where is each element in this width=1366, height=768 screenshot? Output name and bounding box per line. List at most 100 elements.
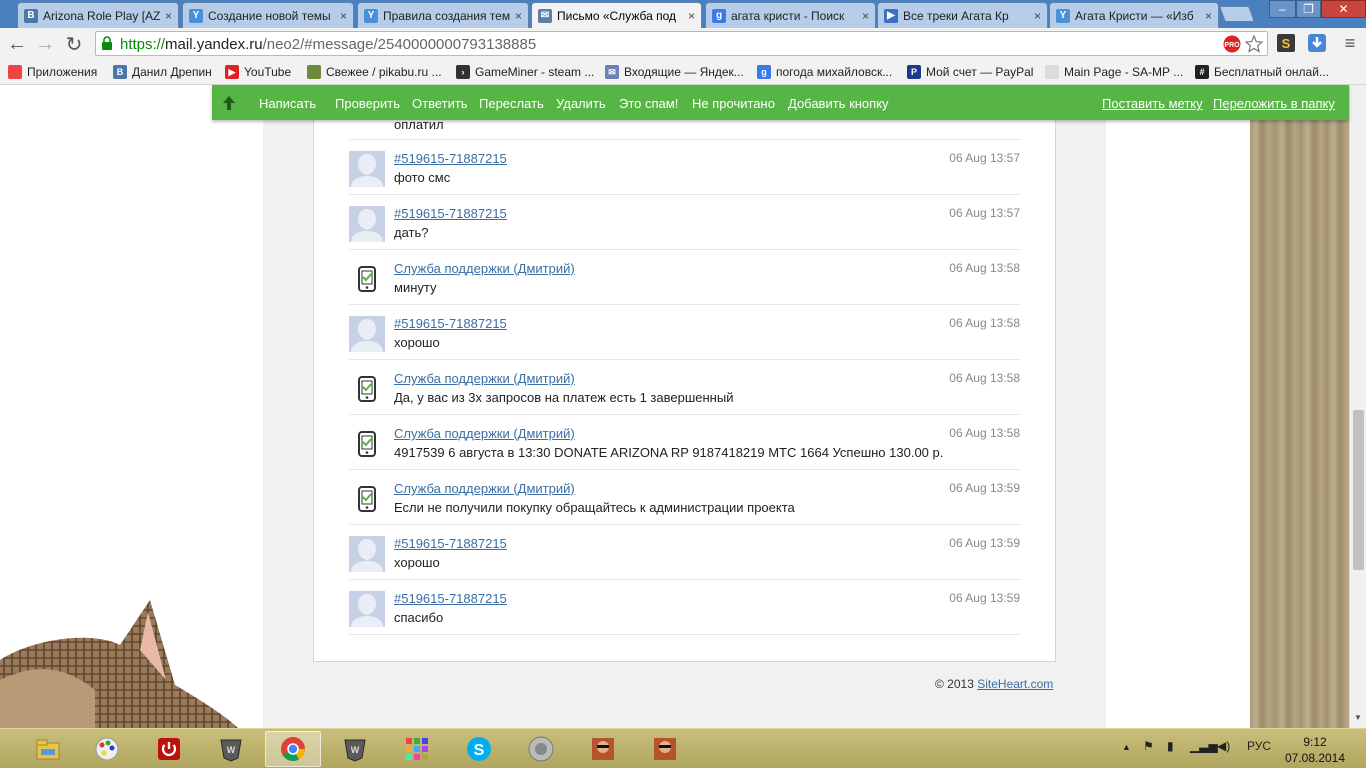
compose-button[interactable]: Написать [259,96,316,111]
bookmark-item[interactable]: g погода михайловск... [757,63,892,81]
back-button[interactable]: ← [5,32,29,56]
siteheart-link[interactable]: SiteHeart.com [977,677,1053,691]
message-author[interactable]: Служба поддержки (Дмитрий) [394,481,575,496]
chrome-menu-button[interactable]: ≡ [1340,33,1360,53]
flag-icon[interactable]: ⚑ [1143,739,1154,753]
bookmark-item[interactable]: # Бесплатный онлай... [1195,63,1329,81]
footer-copyright: © 2013 SiteHeart.com [935,677,1054,691]
message-author[interactable]: #519615-71887215 [394,536,507,551]
tab-title: Правила создания тем [383,8,511,23]
close-icon: ✕ [1338,2,1349,16]
taskbar-app-button[interactable]: W [203,731,259,767]
taskbar-app-button[interactable]: S [451,731,507,767]
bookmark-item[interactable]: ▶ YouTube [225,63,291,81]
move-to-folder-button[interactable]: Переложить в папку [1213,96,1335,111]
tab-4[interactable]: ✉ Письмо «Служба под × [531,2,702,28]
extension-s-icon[interactable]: S [1276,33,1296,53]
taskbar-app-button[interactable] [575,731,631,767]
bookmark-item[interactable]: Main Page - SA-MP ... [1045,63,1183,81]
minimize-button[interactable]: – [1269,0,1296,18]
bookmark-label: YouTube [244,65,292,79]
taskbar-app-button[interactable] [513,731,569,767]
taskbar-app-button[interactable] [265,731,321,767]
taskbar-app-button[interactable] [79,731,135,767]
message-text: фото смс [394,170,451,185]
close-window-button[interactable]: ✕ [1321,0,1366,18]
message-author[interactable]: #519615-71887215 [394,316,507,331]
clock-time: 9:12 [1303,735,1327,749]
message-author[interactable]: #519615-71887215 [394,591,507,606]
arrow-up-icon[interactable] [221,95,237,111]
user-avatar-icon [349,536,385,572]
language-indicator[interactable]: РУС [1247,739,1271,753]
clock[interactable]: 9:12 07.08.2014 [1283,734,1347,766]
taskbar-app-button[interactable] [389,731,445,767]
spam-button[interactable]: Это спам! [619,96,678,111]
tab-close-icon[interactable]: × [862,9,869,23]
message-text: дать? [394,225,429,240]
bookmark-item[interactable]: › GameMiner - steam ... [456,63,594,81]
message-author[interactable]: Служба поддержки (Дмитрий) [394,371,575,386]
bookmark-label: GameMiner - steam ... [475,65,595,79]
battery-icon[interactable]: ▮ [1167,739,1174,753]
forward-button[interactable]: Переслать [479,96,544,111]
add-button-button[interactable]: Добавить кнопку [788,96,889,111]
support-phone-icon [358,266,376,292]
tab-7[interactable]: Y Агата Кристи — «Изб × [1049,2,1219,28]
gameminer-icon: › [456,65,470,79]
bookmark-item[interactable]: P Мой счет — PayPal [907,63,1033,81]
address-bar[interactable]: https://mail.yandex.ru/neo2/#message/254… [95,31,1268,56]
tab-close-icon[interactable]: × [340,9,347,23]
delete-button[interactable]: Удалить [556,96,606,111]
scroll-thumb[interactable] [1353,410,1364,570]
bookmark-item[interactable]: B Данил Дрепин [113,63,212,81]
tab-close-icon[interactable]: × [1205,9,1212,23]
tab-close-icon[interactable]: × [688,9,695,23]
download-icon[interactable] [1307,33,1327,53]
mark-unread-button[interactable]: Не прочитано [692,96,775,111]
reply-button[interactable]: Ответить [412,96,468,111]
new-tab-button[interactable] [1219,6,1255,22]
tab-title: Все треки Агата Кр [903,8,1009,23]
restore-button[interactable]: ❐ [1296,0,1321,18]
tab-3[interactable]: Y Правила создания тем × [357,2,529,28]
tray-expand-icon[interactable]: ▲ [1122,742,1131,752]
bookmark-label: Входящие — Яндек... [624,65,744,79]
tab-2[interactable]: Y Создание новой темы × [182,2,354,28]
add-label-button[interactable]: Поставить метку [1102,96,1203,111]
reload-button[interactable]: ↻ [62,32,86,56]
tab-close-icon[interactable]: × [1034,9,1041,23]
paypal-icon: P [907,65,921,79]
network-signal-icon[interactable]: ▁▃▅ [1190,739,1218,753]
scroll-down-icon[interactable]: ▼ [1354,713,1362,722]
bookmark-item[interactable]: ✉ Входящие — Яндек... [605,63,744,81]
message-time: 06 Aug 13:57 [949,151,1020,165]
tab-close-icon[interactable]: × [165,9,172,23]
star-icon[interactable] [1245,35,1263,53]
bookmark-item[interactable]: Приложения [8,63,97,81]
taskbar-app-button[interactable]: W [327,731,383,767]
bookmark-item[interactable]: Свежее / pikabu.ru ... [307,63,442,81]
tab-6[interactable]: ▶ Все треки Агата Кр × [877,2,1048,28]
message-author[interactable]: Служба поддержки (Дмитрий) [394,261,575,276]
message-text: 4917539 6 августа в 13:30 DONATE ARIZONA… [394,445,944,460]
gta-sa-icon [654,738,676,760]
page-content: оплатил #519615-71887215 фото смс 06 Aug 1… [0,85,1366,728]
taskbar-app-button[interactable] [141,731,197,767]
taskbar-app-button[interactable] [20,731,76,767]
message-author[interactable]: #519615-71887215 [394,206,507,221]
bookmark-label: погода михайловск... [776,65,893,79]
message-text: хорошо [394,555,440,570]
tab-1[interactable]: B Arizona Role Play [AZ- × [17,2,179,28]
bookmark-label: Данил Дрепин [132,65,212,79]
taskbar-app-button[interactable] [637,731,693,767]
check-button[interactable]: Проверить [335,96,400,111]
volume-icon[interactable]: ◀) [1217,739,1230,753]
page-scrollbar[interactable]: ▼ [1349,85,1366,728]
forward-button[interactable]: → [33,32,57,56]
message-author[interactable]: Служба поддержки (Дмитрий) [394,426,575,441]
message-author[interactable]: #519615-71887215 [394,151,507,166]
tab-close-icon[interactable]: × [515,9,522,23]
adblock-pro-icon[interactable]: PRO [1223,35,1241,53]
tab-5[interactable]: g агата кристи - Поиск × [705,2,876,28]
